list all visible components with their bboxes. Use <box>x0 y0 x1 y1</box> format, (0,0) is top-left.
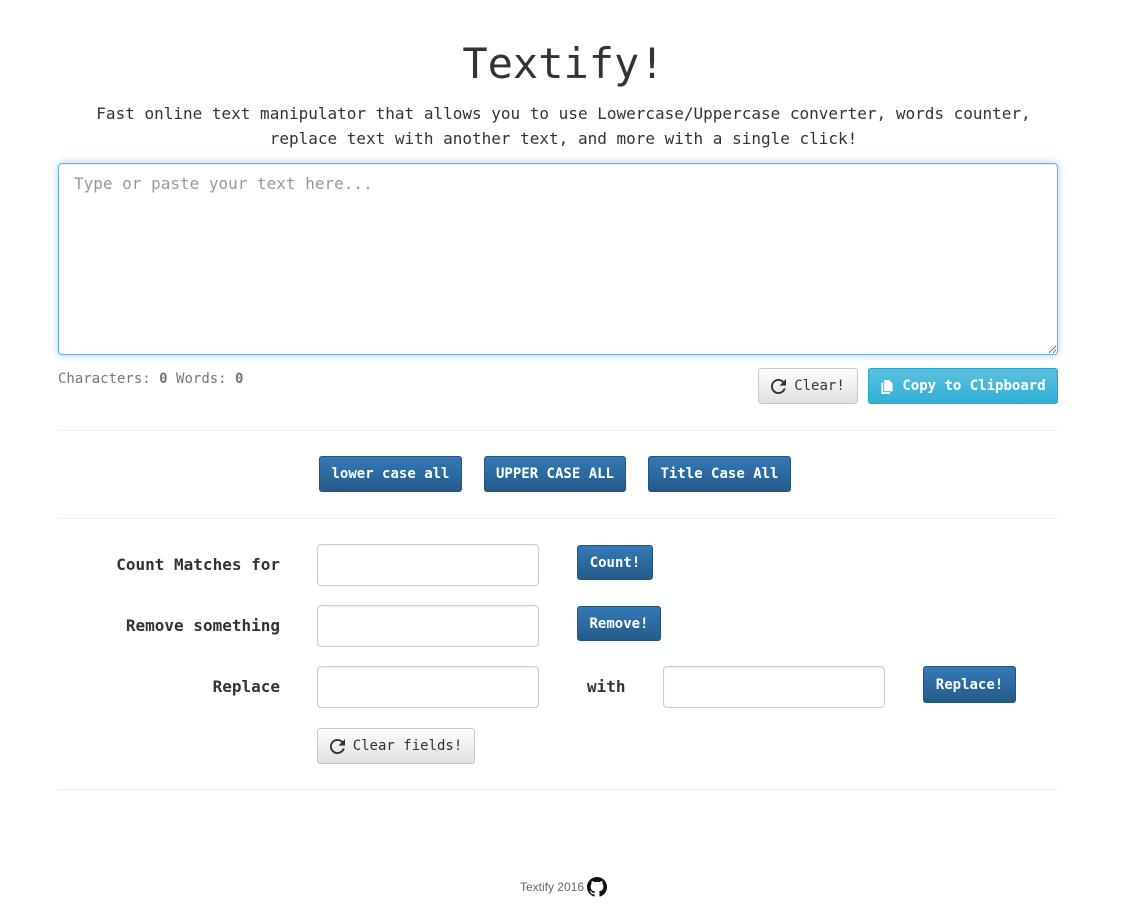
replace-label: Replace <box>212 677 280 696</box>
page-subtitle: Fast online text manipulator that allows… <box>60 101 1067 151</box>
clear-button-label: Clear! <box>794 378 845 394</box>
main-text-input[interactable] <box>58 163 1058 355</box>
divider <box>58 518 1058 519</box>
divider <box>58 789 1058 790</box>
with-label: with <box>587 677 626 696</box>
title-case-button[interactable]: Title Case All <box>648 456 791 492</box>
clear-fields-button[interactable]: Clear fields! <box>317 728 475 764</box>
replace-button[interactable]: Replace! <box>923 666 1016 703</box>
remove-something-label: Remove something <box>125 616 280 635</box>
remove-button[interactable]: Remove! <box>577 606 661 641</box>
lower-case-button[interactable]: lower case all <box>319 456 462 492</box>
count-button[interactable]: Count! <box>577 545 653 580</box>
subtitle-line-2: replace text with another text, and more… <box>269 129 858 148</box>
characters-count: 0 <box>159 371 168 387</box>
subtitle-line-1: Fast online text manipulator that allows… <box>96 104 1031 123</box>
text-stats: Characters: 0 Words: 0 <box>58 371 243 387</box>
refresh-icon <box>329 738 345 754</box>
copy-to-clipboard-button[interactable]: Copy to Clipboard <box>868 368 1058 404</box>
remove-input[interactable] <box>317 605 539 647</box>
upper-case-button[interactable]: UPPER CASE ALL <box>484 456 626 492</box>
words-count: 0 <box>235 371 244 387</box>
page-title: Textify! <box>462 39 665 88</box>
count-matches-label: Count Matches for <box>116 555 280 574</box>
words-label: Words: <box>176 371 227 387</box>
divider <box>58 430 1058 431</box>
clear-button[interactable]: Clear! <box>758 368 858 404</box>
github-icon[interactable] <box>587 877 608 897</box>
replace-with-input[interactable] <box>663 666 885 708</box>
footer-text: Textify 2016 <box>519 880 585 894</box>
copy-icon <box>880 379 894 394</box>
copy-button-label: Copy to Clipboard <box>902 378 1046 394</box>
footer: Textify 2016 <box>0 877 1127 897</box>
replace-find-input[interactable] <box>317 666 539 708</box>
count-matches-input[interactable] <box>317 544 539 586</box>
clear-fields-label: Clear fields! <box>352 738 463 754</box>
characters-label: Characters: <box>58 371 151 387</box>
refresh-icon <box>771 378 787 394</box>
